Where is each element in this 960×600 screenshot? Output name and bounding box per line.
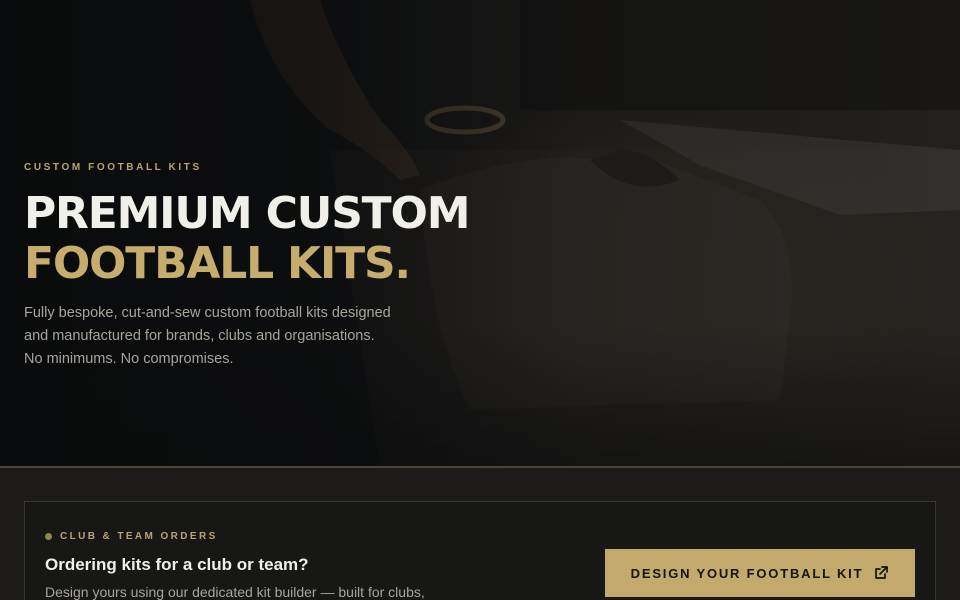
club-orders-description: Design yours using our dedicated kit bui… xyxy=(45,584,425,600)
club-orders-title: Ordering kits for a club or team? xyxy=(45,555,309,574)
design-football-kit-button[interactable]: DESIGN YOUR FOOTBALL KIT xyxy=(605,549,915,597)
hero-lead-line: Fully bespoke, cut-and-sew custom footba… xyxy=(24,305,391,321)
design-football-kit-button-label: DESIGN YOUR FOOTBALL KIT xyxy=(630,565,864,581)
status-dot-icon xyxy=(45,533,52,540)
external-link-icon xyxy=(875,566,889,579)
hero-eyebrow: CUSTOM FOOTBALL KITS xyxy=(24,162,202,173)
hero-lead-line: and manufactured for brands, clubs and o… xyxy=(24,328,375,344)
hero-lead-line: No minimums. No compromises. xyxy=(24,351,234,367)
hero-section: CUSTOM FOOTBALL KITS PREMIUM CUSTOM FOOT… xyxy=(0,0,960,466)
hero-title-line-1: PREMIUM CUSTOM xyxy=(24,188,470,239)
hero-title-line-2: FOOTBALL KITS. xyxy=(24,238,411,289)
hero-lead-text: Fully bespoke, cut-and-sew custom footba… xyxy=(24,302,424,371)
club-orders-tag: CLUB & TEAM ORDERS xyxy=(45,531,218,542)
club-orders-tag-label: CLUB & TEAM ORDERS xyxy=(60,531,218,542)
